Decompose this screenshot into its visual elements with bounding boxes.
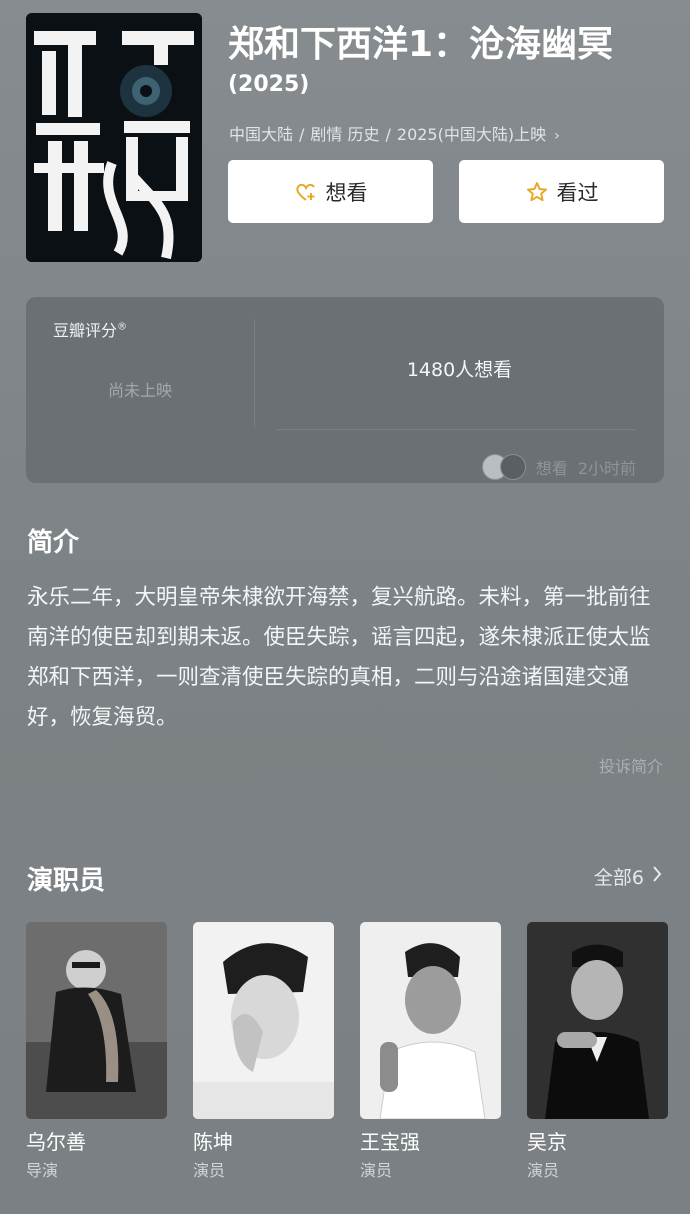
recent-want-activity[interactable]: 想看 2小时前 [481, 454, 636, 480]
want-count: 1480人想看 [406, 359, 513, 381]
cast-all-label: 全部6 [593, 867, 644, 889]
chevron-right-icon [652, 865, 662, 888]
rating-card[interactable]: 豆瓣评分® 尚未上映 1480人想看 想看 2小时前 [26, 297, 664, 483]
meta-genres: 剧情 历史 [310, 125, 380, 144]
cast-role: 演员 [527, 1161, 560, 1180]
rating-status: 尚未上映 [107, 381, 172, 400]
intro-heading: 简介 [27, 528, 80, 558]
cast-photo [360, 922, 501, 1119]
intro-text: 永乐二年，大明皇帝朱棣欲开海禁，复兴航路。未料，第一批前往南洋的使臣却到期未返。… [27, 585, 651, 730]
movie-year: (2025) [228, 72, 310, 97]
activity-time: 2小时前 [577, 459, 636, 478]
watched-button[interactable]: 看过 [459, 160, 664, 223]
avatar [499, 454, 526, 480]
cast-photo [527, 922, 668, 1119]
cast-photo [26, 922, 167, 1119]
cast-card[interactable]: 王宝强 演员 [360, 922, 501, 1181]
cast-name: 吴京 [527, 1130, 567, 1154]
cast-role: 演员 [193, 1161, 226, 1180]
cast-card[interactable]: 吴京 演员 [527, 922, 668, 1181]
poster-art [26, 13, 202, 262]
chevron-right-icon: › [554, 128, 560, 144]
movie-meta[interactable]: 中国大陆 / 剧情 历史 / 2025(中国大陆)上映 › [229, 121, 679, 145]
movie-title: 郑和下西洋1：沧海幽冥 [228, 24, 614, 65]
cast-name: 王宝强 [360, 1130, 420, 1154]
meta-release: 2025(中国大陆)上映 [396, 125, 547, 144]
cast-all-link[interactable]: 全部6 [594, 863, 662, 890]
want-label: 想看 [325, 180, 368, 205]
seen-label: 看过 [556, 180, 599, 205]
cast-card[interactable]: 乌尔善 导演 [26, 922, 167, 1181]
cast-heading: 演职员 [27, 866, 106, 896]
cast-role: 演员 [360, 1161, 393, 1180]
cast-photo [193, 922, 334, 1119]
report-intro-link[interactable]: 投诉简介 [599, 753, 663, 777]
rating-title: 豆瓣评分® [53, 321, 128, 340]
cast-name: 陈坤 [193, 1130, 233, 1154]
avatar-stack [481, 454, 526, 480]
meta-region: 中国大陆 [229, 125, 294, 144]
cast-name: 乌尔善 [26, 1130, 86, 1154]
heart-plus-icon [294, 180, 318, 204]
activity-label: 想看 [535, 459, 568, 478]
divider [276, 429, 636, 430]
star-icon [525, 180, 549, 204]
meta-separator: / [385, 125, 391, 144]
cast-role: 导演 [26, 1161, 59, 1180]
movie-poster[interactable] [26, 13, 202, 262]
meta-separator: / [299, 125, 305, 144]
want-to-watch-button[interactable]: 想看 [228, 160, 433, 223]
cast-card[interactable]: 陈坤 演员 [193, 922, 334, 1181]
